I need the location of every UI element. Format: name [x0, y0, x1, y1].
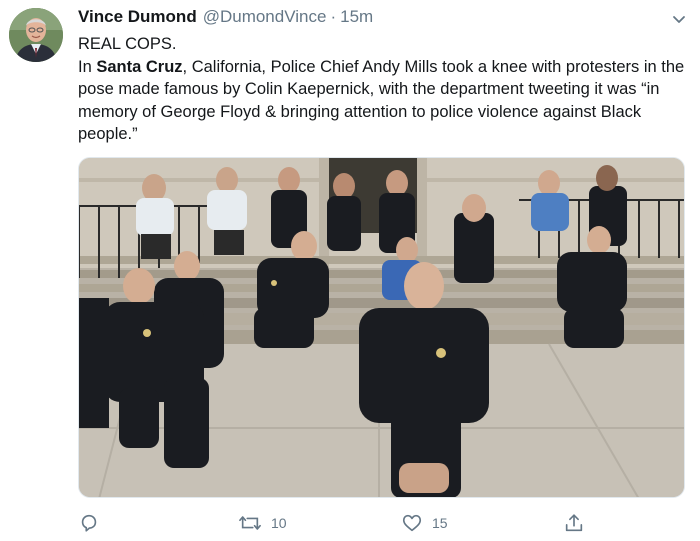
chevron-down-icon	[673, 16, 685, 23]
like-button[interactable]: 15	[401, 510, 448, 536]
tweet-card[interactable]: Vince Dumond @DumondVince · 15m REAL COP…	[0, 0, 700, 541]
retweet-count: 10	[271, 515, 287, 531]
like-count: 15	[432, 515, 448, 531]
retweet-icon	[239, 516, 261, 530]
retweet-button[interactable]: 10	[238, 510, 287, 536]
separator-dot: ·	[330, 7, 337, 26]
reply-icon	[81, 514, 97, 532]
tweet-header: Vince Dumond @DumondVince · 15m	[78, 7, 660, 31]
share-icon	[565, 514, 583, 532]
profile-photo-icon	[9, 8, 63, 62]
author-handle[interactable]: @DumondVince	[203, 7, 327, 27]
tweet-text-prefix: In	[78, 57, 97, 76]
author-avatar[interactable]	[9, 8, 63, 62]
tweet-text-line1: REAL COPS.	[78, 35, 177, 53]
more-options-button[interactable]	[668, 8, 690, 30]
author-display-name[interactable]: Vince Dumond	[78, 7, 197, 27]
heart-icon	[402, 514, 422, 532]
tweet-text-body: In Santa Cruz, California, Police Chief …	[78, 56, 686, 146]
tweet-timestamp[interactable]: 15m	[340, 7, 373, 27]
kneeling-officers-photo	[79, 158, 684, 497]
tweet-actions: 10 15	[78, 510, 598, 536]
reply-button[interactable]	[78, 510, 109, 536]
tweet-text-bold-location: Santa Cruz	[96, 57, 183, 76]
tweet-text: REAL COPS. In Santa Cruz, California, Po…	[78, 33, 686, 146]
share-button[interactable]	[563, 510, 585, 536]
tweet-photo[interactable]	[78, 157, 685, 498]
